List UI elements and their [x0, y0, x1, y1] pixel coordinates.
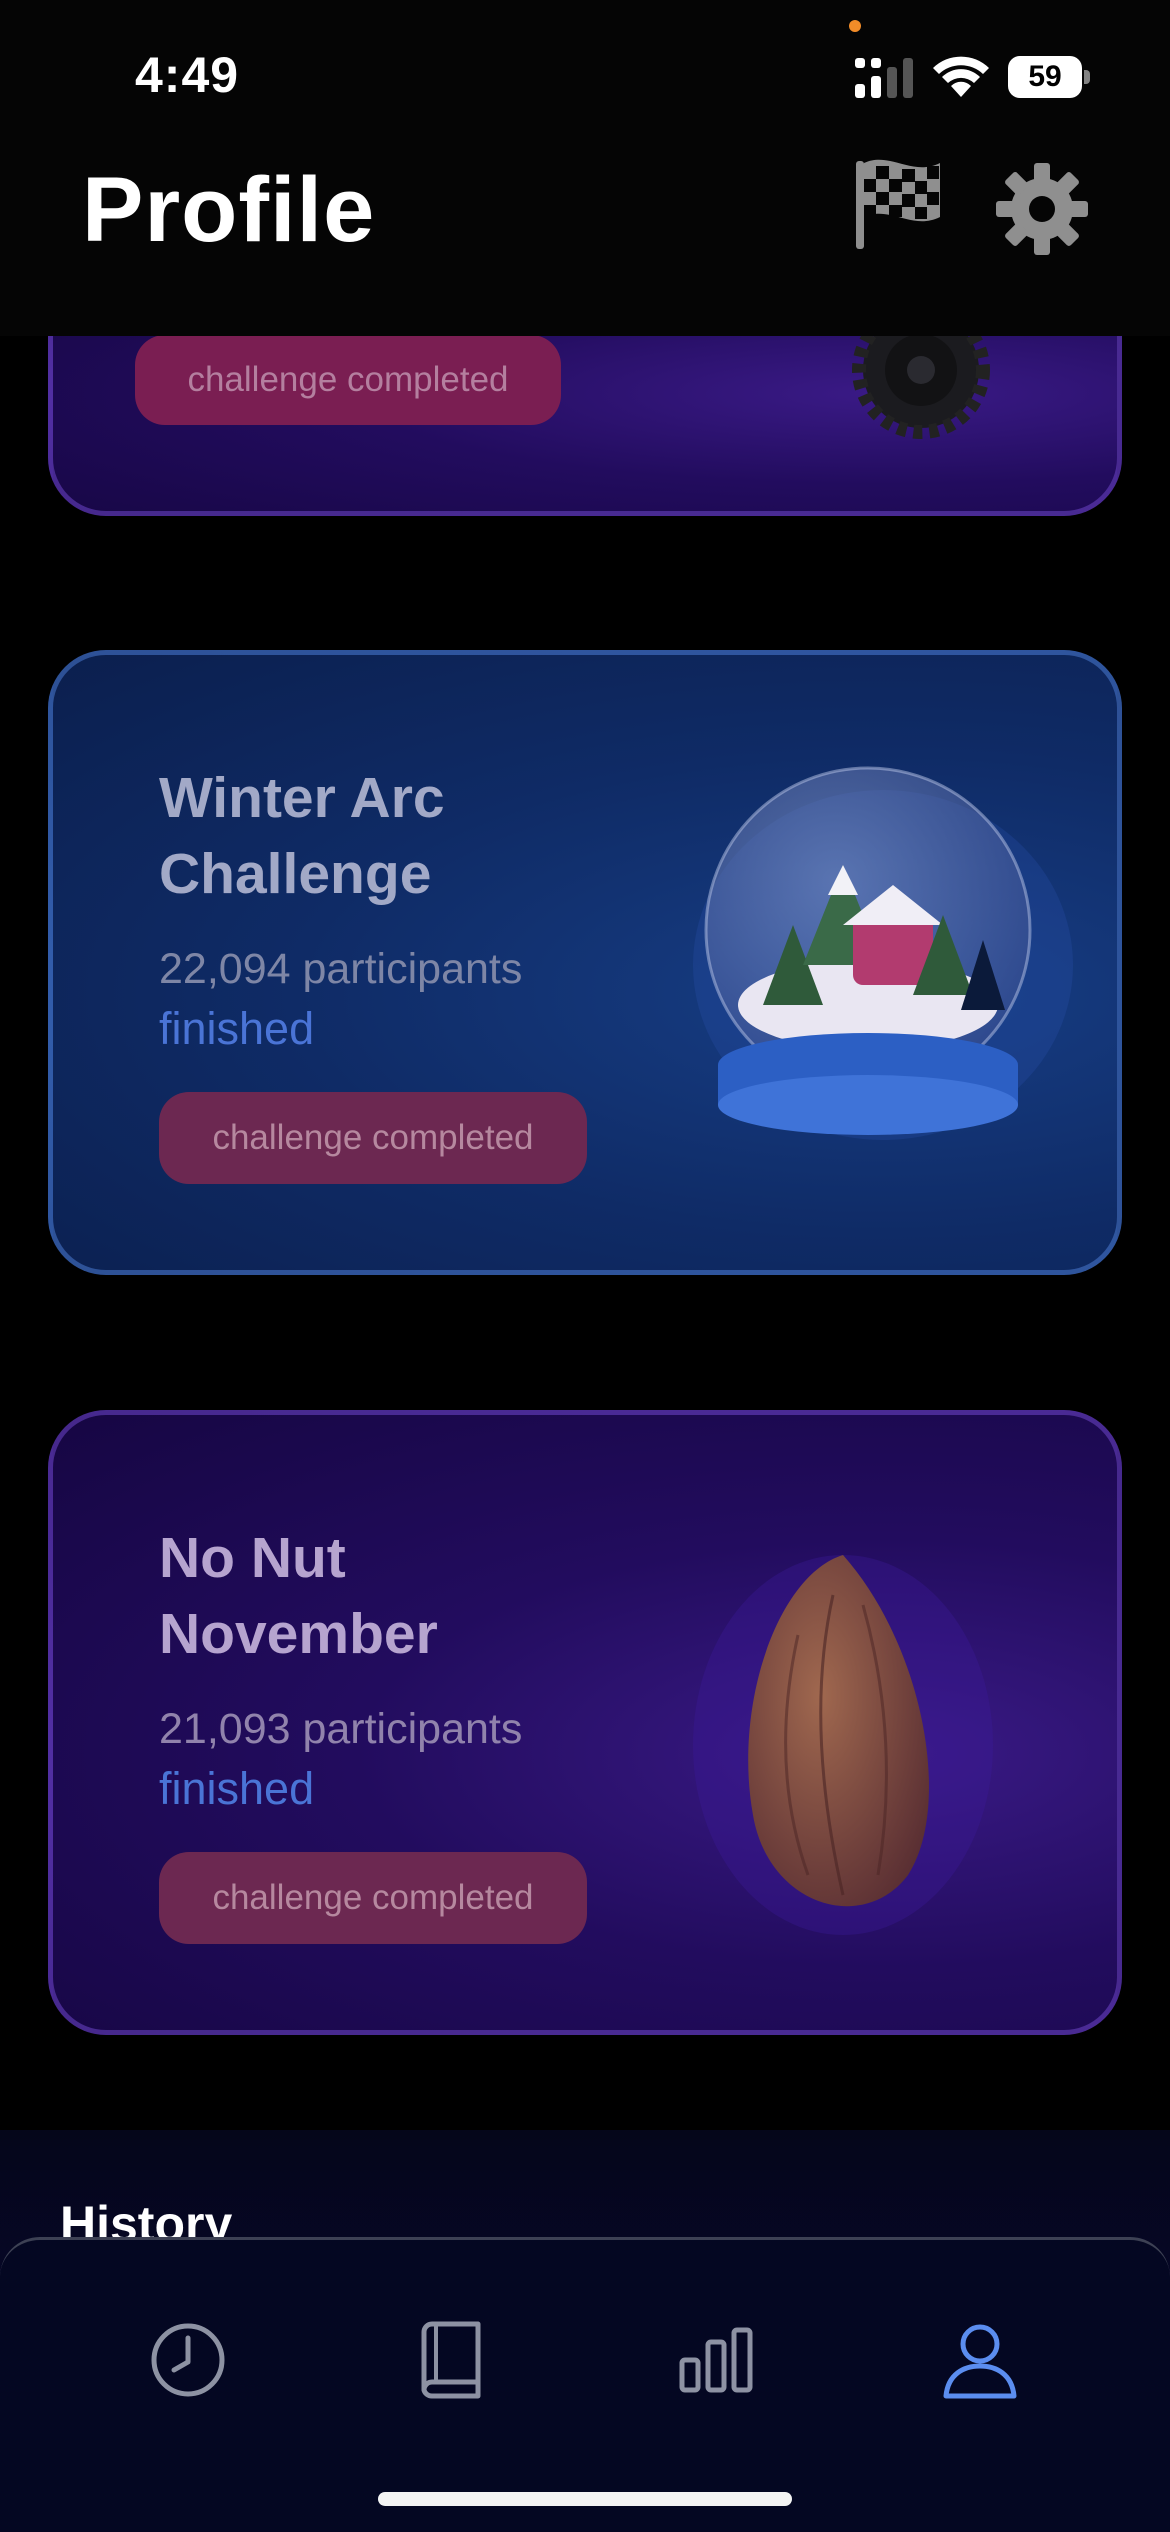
challenge-completed-button[interactable]: challenge completed — [135, 335, 561, 425]
challenge-title-line1: No Nut — [159, 1526, 346, 1590]
book-icon[interactable] — [410, 2320, 490, 2400]
status-time: 4:49 — [135, 47, 240, 103]
home-indicator — [378, 2492, 792, 2506]
challenge-title-line1: Winter Arc — [159, 766, 445, 830]
settings-gear-icon[interactable] — [996, 163, 1088, 255]
challenge-title-line2: Challenge — [159, 842, 432, 906]
snow-globe-illustration — [693, 766, 1073, 1140]
participants-count: 21,093 participants — [159, 1705, 523, 1753]
privacy-indicator-dot — [849, 20, 861, 32]
challenge-card-winter-arc[interactable]: Winter Arc Challenge 22,094 participants… — [48, 650, 1122, 1275]
bar-chart-icon[interactable] — [676, 2320, 756, 2400]
battery-level: 59 — [1008, 56, 1082, 98]
top-header: 4:49 59 Profile — [0, 0, 1170, 336]
status-finished: finished — [159, 1003, 315, 1054]
cellular-signal-icon — [855, 58, 913, 98]
wifi-icon — [933, 56, 989, 97]
challenge-title-line2: November — [159, 1602, 438, 1666]
person-icon[interactable] — [940, 2320, 1020, 2400]
status-finished: finished — [159, 1763, 315, 1814]
challenge-completed-button[interactable]: challenge completed — [159, 1092, 587, 1184]
challenge-card-no-nut-november[interactable]: No Nut November 21,093 participants fini… — [48, 1410, 1122, 2035]
battery-icon: 59 — [1008, 56, 1090, 98]
page-title: Profile — [82, 159, 376, 261]
participants-count: 22,094 participants — [159, 945, 523, 993]
checkered-flag-icon[interactable] — [850, 155, 946, 251]
challenge-completed-button[interactable]: challenge completed — [159, 1852, 587, 1944]
clock-icon[interactable] — [148, 2320, 228, 2400]
status-bar: 4:49 59 — [0, 0, 1170, 150]
almond-illustration — [693, 1555, 993, 1935]
